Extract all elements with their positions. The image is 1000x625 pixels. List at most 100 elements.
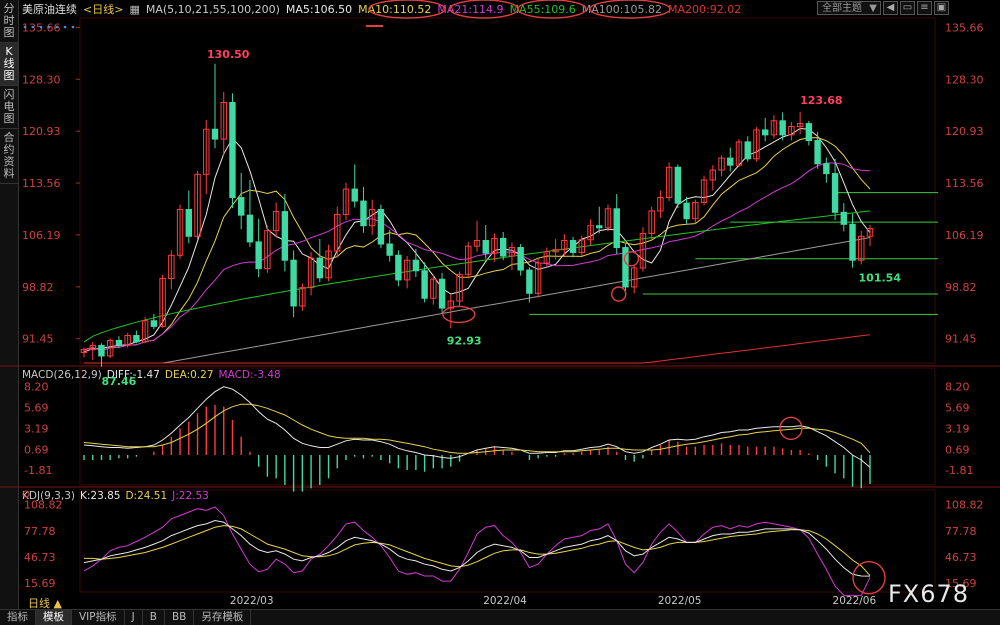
candle-body bbox=[98, 344, 105, 357]
ma21-line bbox=[83, 162, 871, 351]
kdj-tick-left: 15.69 bbox=[24, 577, 56, 590]
bottom-tab-5[interactable]: BB bbox=[165, 610, 195, 625]
candle-body bbox=[482, 239, 489, 254]
status-dot bbox=[55, 25, 59, 29]
panel-frame-1 bbox=[79, 367, 936, 486]
macd-tick-right: 8.20 bbox=[945, 381, 970, 394]
price-tick-left: 106.19 bbox=[22, 229, 61, 242]
bottom-tab-3[interactable]: J bbox=[125, 610, 143, 625]
bottom-tab-1[interactable]: 模板 bbox=[36, 610, 72, 625]
status-dot bbox=[71, 25, 75, 29]
kdj-tick-left: 46.73 bbox=[24, 551, 56, 564]
status-dot bbox=[23, 25, 27, 29]
candle-body bbox=[613, 208, 620, 249]
bottom-tab-0[interactable]: 指标 bbox=[0, 610, 36, 625]
candle-body bbox=[421, 270, 428, 299]
x-date-label: 2022/05 bbox=[658, 595, 702, 607]
candle-body bbox=[246, 214, 254, 243]
price-tick-left: 113.56 bbox=[22, 177, 61, 190]
kdj-tick-right: 46.73 bbox=[945, 551, 977, 564]
x-date-label: 2022/04 bbox=[483, 595, 527, 607]
bottom-tab-6[interactable]: 另存模板 bbox=[194, 610, 252, 625]
candle-body bbox=[377, 209, 385, 245]
candle-body bbox=[683, 202, 690, 220]
candle-body bbox=[412, 259, 420, 272]
price-tick-right: 106.19 bbox=[945, 229, 984, 242]
macd-diff-line bbox=[83, 386, 871, 468]
kdj-tick-left: 108.82 bbox=[24, 499, 63, 512]
price-annotation: 123.68 bbox=[800, 94, 842, 107]
candle-body bbox=[727, 157, 734, 166]
kdj-k-line bbox=[83, 519, 871, 577]
candle-body bbox=[211, 128, 219, 140]
highlight-circle bbox=[852, 561, 886, 595]
macd-tick-right: 0.69 bbox=[945, 443, 970, 456]
candle-body bbox=[395, 254, 402, 281]
macd-tick-left: 5.69 bbox=[24, 402, 49, 415]
candle-body bbox=[281, 211, 289, 261]
price-tick-right: 98.82 bbox=[945, 281, 977, 294]
price-tick-right: 128.30 bbox=[945, 73, 984, 86]
status-dot bbox=[47, 25, 51, 29]
candle-body bbox=[674, 166, 682, 204]
price-tick-left: 91.45 bbox=[22, 333, 54, 346]
macd-tick-right: -1.81 bbox=[945, 464, 973, 477]
candle-body bbox=[779, 120, 786, 136]
kdj-tick-left: 77.78 bbox=[24, 525, 56, 538]
bottom-tab-2[interactable]: VIP指标 bbox=[72, 610, 125, 625]
macd-tick-left: 8.20 bbox=[24, 381, 49, 394]
price-tick-left: 120.93 bbox=[22, 125, 61, 138]
macd-tick-left: -1.81 bbox=[24, 464, 52, 477]
kdj-d-line bbox=[84, 525, 871, 576]
candle-body bbox=[237, 197, 245, 216]
candle-body bbox=[150, 320, 158, 327]
highlight-circle bbox=[611, 286, 627, 302]
candle-body bbox=[569, 239, 577, 253]
macd-tick-left: 0.69 bbox=[24, 443, 49, 456]
candle-body bbox=[255, 241, 262, 270]
highlight-oval bbox=[517, 0, 587, 19]
candle-body bbox=[761, 129, 769, 136]
candle-body bbox=[517, 247, 524, 271]
candle-body bbox=[133, 335, 140, 343]
highlight-circle bbox=[442, 305, 476, 324]
candle-body bbox=[351, 188, 358, 202]
bottom-toolbar: 指标 模板 VIP指标 J B BB 另存模板 bbox=[0, 609, 1000, 625]
price-tick-right: 135.66 bbox=[945, 21, 984, 34]
candle-body bbox=[386, 243, 393, 256]
candle-body bbox=[596, 225, 603, 229]
status-dot bbox=[31, 25, 35, 29]
bottom-tab-4[interactable]: B bbox=[143, 610, 165, 625]
candle-body bbox=[115, 339, 123, 346]
x-date-label: 2022/03 bbox=[230, 595, 274, 607]
candle-body bbox=[290, 259, 297, 307]
candle-body bbox=[814, 140, 821, 165]
macd-tick-right: 3.19 bbox=[945, 422, 970, 435]
price-annotation: 101.54 bbox=[859, 272, 902, 285]
price-tick-right: 91.45 bbox=[945, 333, 977, 346]
candle-body bbox=[185, 209, 193, 237]
kdj-tick-right: 108.82 bbox=[945, 499, 984, 512]
macd-tick-right: 5.69 bbox=[945, 402, 970, 415]
price-tick-left: 128.30 bbox=[22, 73, 61, 86]
kdj-tick-right: 77.78 bbox=[945, 525, 977, 538]
price-tick-right: 120.93 bbox=[945, 125, 984, 138]
candle-body bbox=[831, 173, 839, 213]
panel-frame-0 bbox=[79, 17, 936, 364]
status-dot bbox=[63, 25, 67, 29]
price-annotation: 130.50 bbox=[207, 48, 250, 61]
price-annotation: 87.46 bbox=[101, 375, 136, 388]
fx678-watermark: FX678 bbox=[888, 580, 970, 608]
candle-body bbox=[438, 278, 446, 309]
kdj-marker bbox=[22, 490, 30, 498]
x-date-label: 2022/06 bbox=[833, 595, 877, 607]
price-tick-left: 98.82 bbox=[22, 281, 54, 294]
candle-body bbox=[229, 101, 236, 199]
candle-body bbox=[499, 237, 507, 257]
candle-body bbox=[360, 200, 367, 227]
price-tick-right: 113.56 bbox=[945, 177, 984, 190]
highlight-oval bbox=[449, 0, 519, 19]
highlight-oval bbox=[368, 0, 446, 19]
candle-body bbox=[805, 123, 813, 142]
price-chart[interactable]: 135.66135.66128.30128.30120.93120.93113.… bbox=[0, 0, 1000, 625]
